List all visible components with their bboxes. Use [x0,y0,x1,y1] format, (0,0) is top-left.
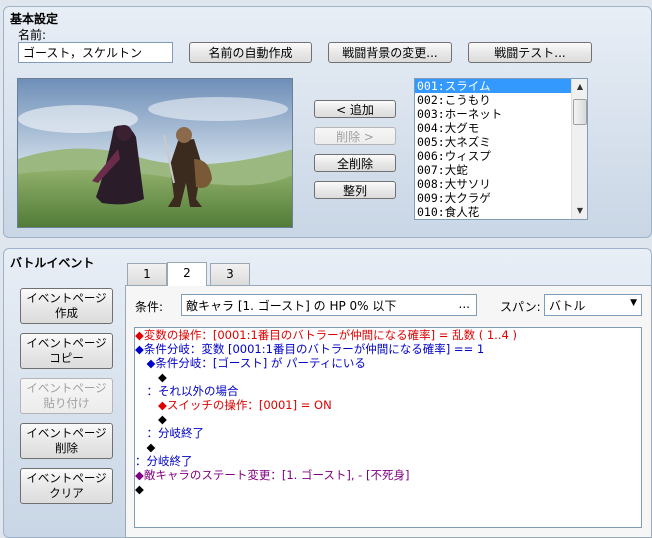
command-text: ◆変数の操作：[0001:1番目のバトラーが仲間になる確率] = 乱数 ( 1.… [135,328,517,342]
list-item[interactable]: 003:ホーネット [415,107,587,121]
event-command-list[interactable]: ◆変数の操作：[0001:1番目のバトラーが仲間になる確率] = 乱数 ( 1.… [134,327,642,528]
copy-event-page-button[interactable]: イベントページ コピー [20,333,113,369]
clear-event-page-button[interactable]: イベントページ クリア [20,468,113,504]
tab-page-1[interactable]: 1 [127,263,167,285]
span-select[interactable]: バトル ▼ [544,294,642,316]
button-line: クリア [49,486,84,500]
list-item[interactable]: 006:ウィスプ [415,149,587,163]
chevron-down-icon: ▼ [630,298,637,308]
remove-all-enemies-button[interactable]: 全削除 [314,154,396,172]
tab-page-2[interactable]: 2 [167,262,207,286]
delete-event-page-button[interactable]: イベントページ 削除 [20,423,113,459]
command-line[interactable]: ：分岐終了 [135,426,641,440]
command-line[interactable]: ◆ [135,440,641,454]
scroll-up-arrow-icon[interactable]: ▲ [572,79,587,95]
list-item[interactable]: 010:食人花 [415,205,587,219]
condition-label: 条件: [135,300,164,314]
button-line: イベントページ [26,426,107,440]
list-item[interactable]: 009:大クラゲ [415,191,587,205]
span-label: スパン: [500,300,541,314]
command-line[interactable]: ：分岐終了 [135,454,641,468]
command-text: ：それ以外の場合 [135,384,239,398]
list-item[interactable]: 007:大蛇 [415,163,587,177]
command-line[interactable]: ◆敵キャラのステート変更：[1. ゴースト], - [不死身] [135,468,641,482]
command-line[interactable]: ◆条件分岐：変数 [0001:1番目のバトラーが仲間になる確率] == 1 [135,342,641,356]
condition-ellipsis-button[interactable]: ... [459,297,470,311]
button-line: イベントページ [26,381,107,395]
command-text: ◆条件分岐：変数 [0001:1番目のバトラーが仲間になる確率] == 1 [135,342,485,356]
command-line[interactable]: ◆スイッチの操作：[0001] = ON [135,398,641,412]
command-line[interactable]: ◆ [135,482,641,496]
arrange-button[interactable]: 整列 [314,181,396,199]
command-text: ：分岐終了 [135,426,204,440]
button-line: イベントページ [26,291,107,305]
command-text: ◆条件分岐：[ゴースト] が パーティにいる [135,356,366,370]
battle-test-button[interactable]: 戦闘テスト... [468,42,592,63]
button-line: 削除 [55,441,78,455]
create-event-page-button[interactable]: イベントページ 作成 [20,288,113,324]
span-value: バトル [549,299,586,313]
change-battle-background-button[interactable]: 戦闘背景の変更... [328,42,452,63]
command-line[interactable]: ◆ [135,370,641,384]
command-text: ◆ [135,412,167,426]
button-line: 貼り付け [43,396,90,410]
button-line: イベントページ [26,471,107,485]
name-label: 名前: [18,28,47,42]
name-input[interactable]: ゴースト，スケルトン [18,42,173,63]
condition-value: 敵キャラ [1. ゴースト] の HP 0% 以下 [186,299,397,313]
command-line[interactable]: ◆変数の操作：[0001:1番目のバトラーが仲間になる確率] = 乱数 ( 1.… [135,328,641,342]
command-line[interactable]: ◆条件分岐：[ゴースト] が パーティにいる [135,356,641,370]
command-text: ◆スイッチの操作：[0001] = ON [135,398,332,412]
list-item[interactable]: 004:大グモ [415,121,587,135]
command-text: ◆ [135,370,167,384]
list-item[interactable]: 002:こうもり [415,93,587,107]
command-text: ◆ [135,482,144,496]
condition-field[interactable]: 敵キャラ [1. ゴースト] の HP 0% 以下 ... [181,294,477,316]
command-text: ◆敵キャラのステート変更：[1. ゴースト], - [不死身] [135,468,410,482]
button-line: 作成 [55,306,78,320]
paste-event-page-button[interactable]: イベントページ 貼り付け [20,378,113,414]
list-item[interactable]: 005:大ネズミ [415,135,587,149]
battle-event-title: バトルイベント [10,256,95,270]
command-text: ◆ [135,440,156,454]
list-item[interactable]: 008:大サソリ [415,177,587,191]
basic-settings-title: 基本設定 [10,12,59,26]
scroll-thumb[interactable] [573,99,587,125]
battle-scene-illustration [18,79,292,227]
troop-preview-image[interactable] [17,78,293,228]
button-line: コピー [49,351,84,365]
enemy-list-scrollbar[interactable]: ▲ ▼ [571,79,587,219]
command-line[interactable]: ：それ以外の場合 [135,384,641,398]
tab-page-3[interactable]: 3 [210,263,250,285]
add-enemy-button[interactable]: < 追加 [314,100,396,118]
list-item[interactable]: 001:スライム [415,79,571,93]
enemy-listbox[interactable]: 001:スライム 002:こうもり 003:ホーネット 004:大グモ 005:… [414,78,588,220]
command-line[interactable]: ◆ [135,412,641,426]
auto-name-button[interactable]: 名前の自動作成 [189,42,312,63]
scroll-down-arrow-icon[interactable]: ▼ [572,203,587,219]
command-text: ：分岐終了 [135,454,193,468]
button-line: イベントページ [26,336,107,350]
remove-enemy-button[interactable]: 削除 > [314,127,396,145]
